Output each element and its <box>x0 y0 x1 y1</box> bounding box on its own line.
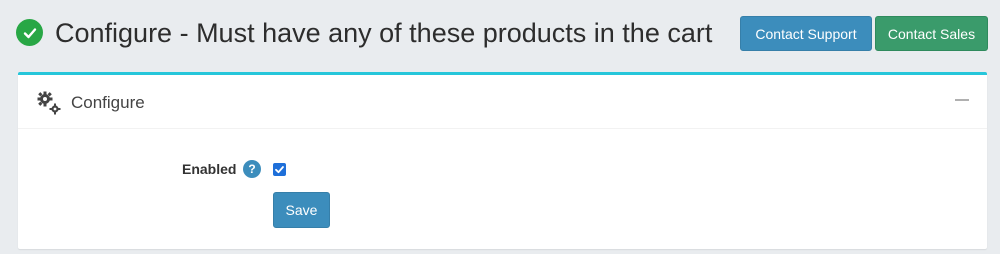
check-circle-icon <box>16 19 43 46</box>
checkmark-icon <box>275 166 284 174</box>
page-header: Configure - Must have any of these produ… <box>0 0 1000 68</box>
save-button[interactable]: Save <box>273 192 330 228</box>
contact-support-button[interactable]: Contact Support <box>740 16 872 51</box>
card-header: Configure <box>18 75 987 129</box>
card-title: Configure <box>71 93 145 112</box>
enabled-checkbox[interactable] <box>273 163 286 176</box>
help-icon[interactable]: ? <box>243 160 261 178</box>
configure-card: Configure Enabled ? Save <box>18 72 987 249</box>
contact-sales-button[interactable]: Contact Sales <box>875 16 988 51</box>
gears-icon <box>36 90 62 116</box>
page-title: Configure - Must have any of these produ… <box>55 18 713 48</box>
minus-icon[interactable] <box>955 95 969 105</box>
enabled-label: Enabled <box>182 161 237 177</box>
